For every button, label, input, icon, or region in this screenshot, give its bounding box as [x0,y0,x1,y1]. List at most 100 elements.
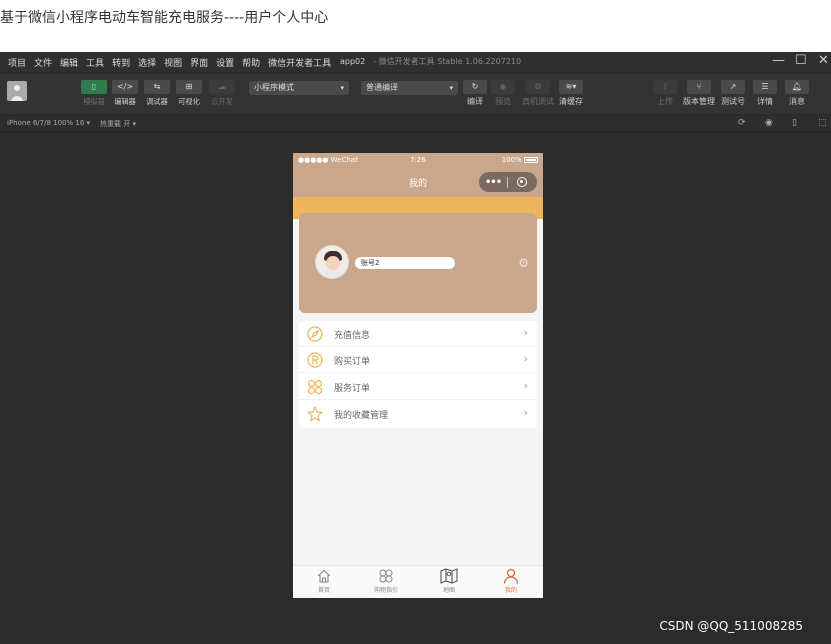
record-icon[interactable]: ◉ [765,118,773,128]
simulator-button[interactable]: ▯ 模拟器 [80,80,108,107]
version-button[interactable]: ⑂ 版本管理 [683,80,715,107]
menu-devtools[interactable]: 微信开发者工具 [268,56,331,69]
menu-select[interactable]: 选择 [138,56,156,69]
visual-button[interactable]: ⊞ 可视化 [175,80,203,107]
debugger-label: 调试器 [146,97,168,106]
messages-button[interactable]: 🔔︎ 消息 [785,80,809,107]
clear-cache-button[interactable]: ≋▾ 清缓存 [559,80,583,107]
star-icon [307,406,323,422]
app-name: app02 [340,57,366,66]
menu-settings[interactable]: 设置 [216,56,234,69]
chevron-right-icon: › [523,379,528,392]
menu-goto[interactable]: 转到 [112,56,130,69]
profile-card: 账号2 ⚙ [299,213,537,313]
toolbar: ▯ 模拟器 </> 编辑器 ⇆ 调试器 ⊞ 可视化 ☁ 云开发 小程序模式 ▾ 普… [0,74,831,114]
menu-edit[interactable]: 编辑 [60,56,78,69]
phone-simulator: ●●●●● WeChat 7:26 100% 我的 ••• 账号2 ⚙ 充值信息 [293,153,543,598]
caret-down-icon: ▾ [449,84,453,92]
real-debug-button[interactable]: ⚙ 真机调试 [522,80,554,107]
menu-item-label: 充值信息 [334,331,371,341]
compile-label: 编译 [467,97,483,106]
close-icon[interactable]: ✕ [818,53,829,68]
home-icon [317,569,331,583]
code-icon: </> [112,80,138,94]
maximize-icon[interactable]: ☐ [795,53,807,68]
menu-item-purchase-orders[interactable]: 购买订单 › [299,347,537,373]
menu-view[interactable]: 视图 [164,56,182,69]
more-dots-icon[interactable]: ••• [479,177,507,188]
minimize-icon[interactable]: — [772,53,785,68]
upload-button[interactable]: ⇧ 上传 [653,80,677,107]
tab-shopping-guide[interactable]: 购物指引 [355,568,417,594]
preview-button[interactable]: ◉ 预览 [491,80,515,107]
compile-button[interactable]: ↻ 编译 [463,80,487,107]
grid-icon [307,379,323,395]
signal-text: ●●●●● WeChat [298,156,358,164]
user-menu-list: 充值信息 › 购买订单 › 服务订单 › 我的收藏管理 › [299,321,537,428]
menu-item-service-orders[interactable]: 服务订单 › [299,374,537,400]
cloud-button[interactable]: ☁ 云开发 [208,80,236,107]
compile-select[interactable]: 普通编译 ▾ [361,81,458,95]
details-button[interactable]: ☰ 详情 [753,80,777,107]
visual-label: 可视化 [178,97,200,106]
simulator-subbar: iPhone 6/7/8 100% 16 ▾ 热重载 开 ▾ ⟳ ◉ ▯ ⬚ [0,116,831,132]
mode-select[interactable]: 小程序模式 ▾ [249,81,349,95]
device-debug-icon: ⚙ [526,80,550,94]
status-time: 7:26 [410,156,426,164]
menu-item-favorites[interactable]: 我的收藏管理 › [299,401,537,427]
capsule-menu[interactable]: ••• [479,172,537,192]
editor-button[interactable]: </> 编辑器 [111,80,139,107]
avatar[interactable] [315,245,349,279]
cloud-label: 云开发 [211,97,233,106]
menu-lines-icon: ☰ [753,80,777,94]
menu-item-recharge[interactable]: 充值信息 › [299,321,537,347]
device-select[interactable]: iPhone 6/7/8 100% 16 ▾ [7,119,90,127]
tab-label: 地图 [442,587,455,594]
menu-help[interactable]: 帮助 [242,56,260,69]
tab-mine[interactable]: 我的 [480,568,542,594]
devtools-window: 项目 文件 编辑 工具 转到 选择 视图 界面 设置 帮助 微信开发者工具 ap… [0,52,831,644]
nav-bar: 我的 ••• [293,167,543,197]
caret-down-icon: ▾ [340,84,344,92]
map-icon [440,568,458,584]
phone-frame-icon[interactable]: ▯ [792,118,797,128]
cloud-icon: ☁ [209,80,235,94]
menu-file[interactable]: 文件 [34,56,52,69]
phone-icon: ▯ [81,80,107,94]
preview-label: 预览 [495,97,511,106]
test-account-button[interactable]: ↗ 测试号 [721,80,745,107]
tab-label: 首页 [317,587,330,594]
rotate-icon[interactable]: ⟳ [738,118,746,128]
close-target-icon[interactable] [508,177,536,187]
menu-project[interactable]: 项目 [8,56,26,69]
debug-icon: ⇆ [144,80,170,94]
popout-icon[interactable]: ⬚ [818,118,827,128]
battery-icon [524,157,538,163]
compile-select-value: 普通编译 [366,83,398,92]
real-debug-label: 真机调试 [522,97,554,106]
menu-tools[interactable]: 工具 [86,56,104,69]
tab-label: 我的 [504,587,517,594]
chevron-right-icon: › [523,352,528,365]
simulator-label: 模拟器 [83,97,105,106]
tab-home[interactable]: 首页 [293,568,355,594]
tab-label: 购物指引 [373,587,398,594]
gear-icon[interactable]: ⚙ [518,256,529,270]
upload-icon: ⇧ [653,80,677,94]
test-account-label: 测试号 [721,97,745,106]
page-title: 基于微信小程序电动车智能充电服务----用户个人中心 [0,10,329,26]
watermark: CSDN @QQ_511008285 [659,619,803,633]
menu-item-label: 服务订单 [334,384,371,394]
chevron-right-icon: › [523,326,528,339]
account-name[interactable]: 账号2 [355,257,455,269]
status-bar: ●●●●● WeChat 7:26 100% [293,153,543,167]
debugger-button[interactable]: ⇆ 调试器 [143,80,171,107]
bell-icon: 🔔︎ [785,80,809,94]
tab-map[interactable]: 地图 [418,568,480,594]
menu-interface[interactable]: 界面 [190,56,208,69]
window-title-text: - 微信开发者工具 Stable 1.06.2207210 [373,57,522,66]
compass-icon [307,326,323,342]
user-avatar[interactable] [7,81,27,101]
upload-label: 上传 [657,97,673,106]
hot-reload-select[interactable]: 热重载 开 ▾ [100,119,136,129]
